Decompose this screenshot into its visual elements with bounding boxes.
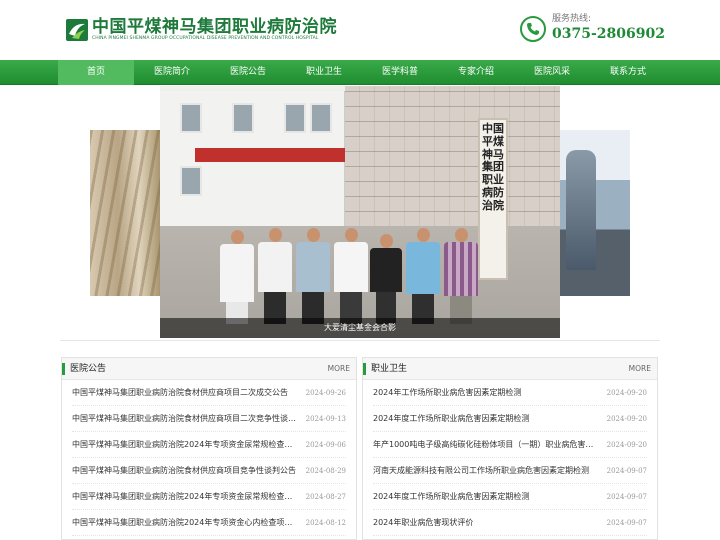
notice-title[interactable]: 中国平煤神马集团职业病防治院食材供应商项目二次竞争性谈判公告 — [72, 406, 296, 431]
notice-date: 2024-08-29 — [305, 467, 346, 475]
logo-title: 中国平煤神马集团职业病防治院 — [92, 17, 337, 37]
list-item[interactable]: 2024年职业病危害现状评价 2024-09-07 — [373, 510, 647, 536]
notice-title[interactable]: 中国平煤神马集团职业病防治院2024年专项资金尿常规检查项目公告 — [72, 484, 296, 509]
notice-date: 2024-08-27 — [305, 493, 346, 501]
hygiene-item-date: 2024-09-20 — [606, 415, 647, 423]
list-item[interactable]: 中国平煤神马集团职业病防治院食材供应商项目竞争性谈判公告 2024-08-29 — [72, 458, 346, 484]
carousel-prev-slide[interactable] — [90, 130, 160, 296]
hotline-number: 0375-2806902 — [552, 26, 665, 42]
site-logo[interactable]: 中国平煤神马集团职业病防治院 CHINA PINGMEI SHENMA GROU… — [66, 18, 337, 42]
nav-item-medical-science[interactable]: 医学科普 — [362, 60, 438, 85]
list-item[interactable]: 中国平煤神马集团职业病防治院食材供应商项目二次成交公告 2024-09-26 — [72, 380, 346, 406]
hygiene-item-title[interactable]: 2024年度工作场所职业病危害因素定期检测 — [373, 406, 597, 431]
hygiene-item-date: 2024-09-07 — [606, 467, 647, 475]
nav-item-notices[interactable]: 医院公告 — [210, 60, 286, 85]
hygiene-item-title[interactable]: 2024年度工作场所职业病危害因素定期检测 — [373, 484, 597, 509]
list-item[interactable]: 中国平煤神马集团职业病防治院2024年专项资金心内检查项目公告 2024-08-1… — [72, 510, 346, 536]
list-item[interactable]: 2024年度工作场所职业病危害因素定期检测 2024-09-20 — [373, 406, 647, 432]
hygiene-item-date: 2024-09-07 — [606, 493, 647, 501]
hygiene-item-title[interactable]: 2024年职业病危害现状评价 — [373, 510, 597, 535]
hotline-label: 服务热线: — [552, 14, 592, 24]
notices-more-link[interactable]: MORE — [328, 358, 350, 380]
banner-carousel[interactable]: 中国平煤神马集团职业病防治院 大爱清尘基金会合影 — [0, 86, 720, 338]
notice-date: 2024-09-26 — [305, 389, 346, 397]
list-item[interactable]: 中国平煤神马集团职业病防治院2024年专项资金尿常规检查项目公告 2024-09-… — [72, 432, 346, 458]
main-nav: 首页 医院简介 医院公告 职业卫生 医学科普 专家介绍 医院风采 联系方式 — [0, 60, 720, 85]
list-item[interactable]: 2024年度工作场所职业病危害因素定期检测 2024-09-07 — [373, 484, 647, 510]
nav-item-home[interactable]: 首页 — [58, 60, 134, 85]
hygiene-more-link[interactable]: MORE — [629, 358, 651, 380]
notice-date: 2024-09-06 — [305, 441, 346, 449]
nav-item-contact[interactable]: 联系方式 — [590, 60, 666, 85]
notice-date: 2024-08-12 — [305, 519, 346, 527]
hygiene-item-title[interactable]: 河南天成能源科技有限公司工作场所职业病危害因素定期检测 — [373, 458, 597, 483]
hygiene-item-title[interactable]: 2024年工作场所职业病危害因素定期检测 — [373, 380, 597, 405]
hospital-logo-icon — [66, 19, 88, 41]
group-photo-people — [220, 214, 490, 324]
notice-title[interactable]: 中国平煤神马集团职业病防治院食材供应商项目二次成交公告 — [72, 380, 296, 405]
phone-icon — [520, 15, 546, 42]
hygiene-item-title[interactable]: 年产1000吨电子级高纯碳化硅粉体项目（一期）职业病危害控制效果评价 — [373, 432, 597, 457]
hygiene-item-date: 2024-09-20 — [606, 441, 647, 449]
occupational-health-panel: 职业卫生 MORE 2024年工作场所职业病危害因素定期检测 2024-09-20… — [362, 357, 658, 540]
hygiene-title: 职业卫生 — [371, 364, 408, 374]
list-item[interactable]: 2024年工作场所职业病危害因素定期检测 2024-09-20 — [373, 380, 647, 406]
site-header: 中国平煤神马集团职业病防治院 CHINA PINGMEI SHENMA GROU… — [0, 0, 720, 60]
nav-item-experts[interactable]: 专家介绍 — [438, 60, 514, 85]
carousel-next-slide[interactable] — [560, 130, 630, 296]
carousel-current-slide[interactable]: 中国平煤神马集团职业病防治院 大爱清尘基金会合影 — [160, 86, 560, 338]
list-item[interactable]: 中国平煤神马集团职业病防治院2024年专项资金尿常规检查项目公告 2024-08-… — [72, 484, 346, 510]
nav-item-occupational-health[interactable]: 职业卫生 — [286, 60, 362, 85]
notice-date: 2024-09-13 — [305, 415, 346, 423]
slide-caption: 大爱清尘基金会合影 — [160, 318, 560, 338]
hygiene-item-date: 2024-09-20 — [606, 389, 647, 397]
list-item[interactable]: 河南天成能源科技有限公司工作场所职业病危害因素定期检测 2024-09-07 — [373, 458, 647, 484]
logo-subtitle: CHINA PINGMEI SHENMA GROUP OCCUPATIONAL … — [92, 36, 319, 41]
notice-title[interactable]: 中国平煤神马集团职业病防治院2024年专项资金心内检查项目公告 — [72, 510, 296, 535]
hospital-signboard: 中国平煤神马集团职业病防治院 — [478, 118, 508, 280]
list-item[interactable]: 年产1000吨电子级高纯碳化硅粉体项目（一期）职业病危害控制效果评价 2024-0… — [373, 432, 647, 458]
notices-panel: 医院公告 MORE 中国平煤神马集团职业病防治院食材供应商项目二次成交公告 202… — [61, 357, 357, 540]
list-item[interactable]: 中国平煤神马集团职业病防治院食材供应商项目二次竞争性谈判公告 2024-09-13 — [72, 406, 346, 432]
notice-title[interactable]: 中国平煤神马集团职业病防治院2024年专项资金尿常规检查项目公告 — [72, 432, 296, 457]
service-hotline: 服务热线: 0375-2806902 — [520, 14, 665, 43]
notices-title: 医院公告 — [70, 364, 107, 374]
nav-item-gallery[interactable]: 医院风采 — [514, 60, 590, 85]
nav-item-about[interactable]: 医院简介 — [134, 60, 210, 85]
section-divider — [60, 340, 660, 341]
notice-title[interactable]: 中国平煤神马集团职业病防治院食材供应商项目竞争性谈判公告 — [72, 458, 296, 483]
hygiene-item-date: 2024-09-07 — [606, 519, 647, 527]
